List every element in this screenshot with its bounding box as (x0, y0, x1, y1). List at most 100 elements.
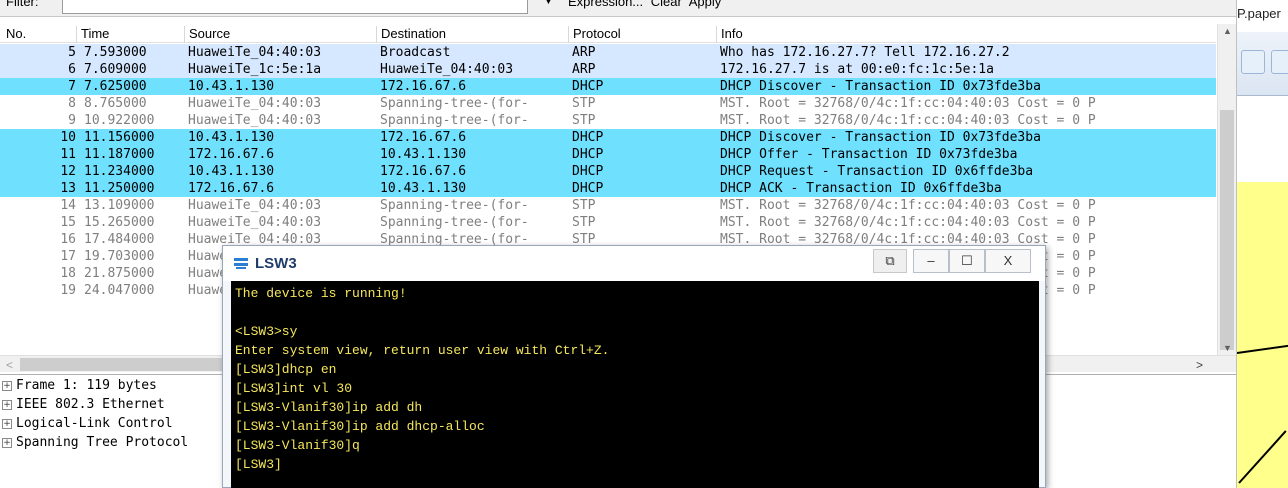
packet-info: MST. Root = 32768/0/4c:1f:cc:04:40:03 Co… (720, 113, 1096, 128)
packet-row[interactable]: 13 11.250000 172.16.67.6 10.43.1.130 DHCP DHC… (0, 180, 1216, 197)
expand-icon[interactable]: + (2, 380, 12, 391)
packet-info: MST. Root = 32768/0/4c:1f:cc:04:40:03 Co… (720, 96, 1096, 111)
expand-icon[interactable]: + (2, 418, 12, 429)
expand-icon[interactable]: + (2, 437, 12, 448)
packet-time: 10.922000 (84, 113, 155, 128)
packet-protocol: STP (572, 96, 596, 111)
detail-llc[interactable]: + Logical-Link Control (2, 416, 173, 434)
packet-no: 17 (60, 249, 76, 264)
packet-time: 19.703000 (84, 249, 155, 264)
restore-layout-button[interactable]: ⧉ (873, 249, 907, 273)
column-source[interactable]: Source (184, 26, 376, 43)
column-info[interactable]: Info (716, 26, 1216, 43)
packet-row[interactable]: 15 15.265000 HuaweiTe_04:40:03 Spanning-tre… (0, 214, 1216, 231)
packet-source: 10.43.1.130 (188, 164, 275, 179)
packet-destination: 10.43.1.130 (380, 147, 467, 162)
lsw3-titlebar[interactable]: LSW3 ⧉ – ☐ X (223, 246, 1045, 281)
packet-no: 18 (60, 266, 76, 281)
packet-source: 172.16.67.6 (188, 181, 275, 196)
packet-row[interactable]: 14 13.109000 HuaweiTe_04:40:03 Spanning-tre… (0, 197, 1216, 214)
packet-destination: 172.16.67.6 (380, 79, 467, 94)
packet-time: 7.609000 (84, 62, 147, 77)
scroll-left-icon[interactable]: < (6, 358, 13, 372)
switch-icon (234, 258, 248, 269)
packet-no: 6 (68, 62, 76, 77)
packet-destination: Spanning-tree-(for- (380, 198, 529, 213)
packet-no: 11 (60, 147, 76, 162)
packet-row[interactable]: 10 11.156000 10.43.1.130 172.16.67.6 DHCP DHC… (0, 129, 1216, 146)
background-app-window: P.paper (1236, 0, 1288, 488)
detail-frame[interactable]: + Frame 1: 119 bytes (2, 378, 157, 396)
packet-time: 7.593000 (84, 45, 147, 60)
packet-destination: Spanning-tree-(for- (380, 113, 529, 128)
packet-protocol: STP (572, 198, 596, 213)
packet-row[interactable]: 12 11.234000 10.43.1.130 172.16.67.6 DHCP DHC… (0, 163, 1216, 180)
packet-info: MST. Root = 32768/0/4c:1f:cc:04:40:03 Co… (720, 198, 1096, 213)
hscroll-thumb[interactable] (20, 358, 240, 371)
packet-protocol: ARP (572, 62, 596, 77)
packet-destination: 172.16.67.6 (380, 130, 467, 145)
column-destination[interactable]: Destination (376, 26, 568, 43)
background-app-toolbar (1237, 32, 1288, 96)
packet-info: DHCP ACK - Transaction ID 0x6ffde3ba (720, 181, 1002, 196)
maximize-button[interactable]: ☐ (949, 249, 985, 273)
minimize-button[interactable]: – (913, 249, 949, 273)
filter-actions[interactable]: Expression... Clear Apply (568, 0, 721, 9)
packet-protocol: DHCP (572, 130, 604, 145)
packet-destination: Spanning-tree-(for- (380, 96, 529, 111)
scroll-down-icon[interactable]: ▼ (1223, 343, 1232, 353)
close-button[interactable]: X (985, 249, 1031, 273)
packet-row[interactable]: 7 7.625000 10.43.1.130 172.16.67.6 DHCP DHCP … (0, 78, 1216, 95)
background-app-title: P.paper (1237, 6, 1281, 21)
packet-protocol: DHCP (572, 79, 604, 94)
terminal-console[interactable]: The device is running! <LSW3>sy Enter syst… (231, 281, 1039, 488)
packet-row[interactable]: 6 7.609000 HuaweiTe_1c:5e:1a HuaweiTe_04:40… (0, 61, 1216, 78)
column-no[interactable]: No. (0, 26, 84, 43)
packet-no: 15 (60, 215, 76, 230)
toolbar-tool-icon[interactable] (1271, 50, 1288, 74)
scroll-up-icon[interactable]: ▲ (1223, 26, 1232, 36)
packet-info: Who has 172.16.27.7? Tell 172.16.27.2 (720, 45, 1010, 60)
packet-source: HuaweiTe_04:40:03 (188, 96, 322, 111)
column-protocol[interactable]: Protocol (568, 26, 716, 43)
expand-icon[interactable]: + (2, 399, 12, 410)
detail-stp[interactable]: + Spanning Tree Protocol (2, 435, 188, 453)
packet-no: 19 (60, 283, 76, 298)
terminal-line: [LSW3-Vlanif30]q (235, 438, 360, 453)
vertical-scrollbar[interactable]: ▲ ▼ (1217, 24, 1236, 355)
packet-row[interactable]: 11 11.187000 172.16.67.6 10.43.1.130 DHCP DHC… (0, 146, 1216, 163)
packet-info: DHCP Offer - Transaction ID 0x73fde3ba (720, 147, 1018, 162)
packet-source: 172.16.67.6 (188, 147, 275, 162)
packet-source: 10.43.1.130 (188, 79, 275, 94)
packet-row[interactable]: 9 10.922000 HuaweiTe_04:40:03 Spanning-tree… (0, 112, 1216, 129)
scroll-thumb[interactable] (1220, 110, 1234, 350)
packet-time: 7.625000 (84, 79, 147, 94)
packet-no: 8 (68, 96, 76, 111)
packet-no: 13 (60, 181, 76, 196)
packet-time: 15.265000 (84, 215, 155, 230)
terminal-line: <LSW3>sy (235, 324, 298, 339)
terminal-line: [LSW3-Vlanif30]ip add dhcp-alloc (235, 419, 485, 434)
packet-time: 11.156000 (84, 130, 155, 145)
packet-row[interactable]: 5 7.593000 HuaweiTe_04:40:03 Broadcast ARP Wh… (0, 44, 1216, 61)
toolbar-search-icon[interactable] (1241, 50, 1265, 74)
packet-source: HuaweiTe_04:40:03 (188, 215, 322, 230)
packet-protocol: DHCP (572, 181, 604, 196)
packet-no: 9 (68, 113, 76, 128)
filter-toolbar: Filter: ▼ Expression... Clear Apply (0, 0, 1236, 16)
column-time[interactable]: Time (76, 26, 184, 43)
packet-source: HuaweiTe_1c:5e:1a (188, 62, 322, 77)
terminal-line: [LSW3]dhcp en (235, 362, 337, 377)
scroll-right-icon[interactable]: > (1196, 358, 1203, 372)
packet-source: HuaweiTe_04:40:03 (188, 45, 322, 60)
packet-time: 13.109000 (84, 198, 155, 213)
terminal-line: [LSW3]int vl 30 (235, 381, 353, 396)
lsw3-terminal-window: LSW3 ⧉ – ☐ X The device is running! <LSW3… (222, 245, 1046, 488)
packet-destination: Spanning-tree-(for- (380, 215, 529, 230)
filter-dropdown-icon[interactable]: ▼ (543, 0, 554, 7)
packet-row[interactable]: 8 8.765000 HuaweiTe_04:40:03 Spanning-tree-… (0, 95, 1216, 112)
filter-input[interactable] (62, 0, 528, 14)
packet-time: 8.765000 (84, 96, 147, 111)
detail-ethernet[interactable]: + IEEE 802.3 Ethernet (2, 397, 165, 415)
